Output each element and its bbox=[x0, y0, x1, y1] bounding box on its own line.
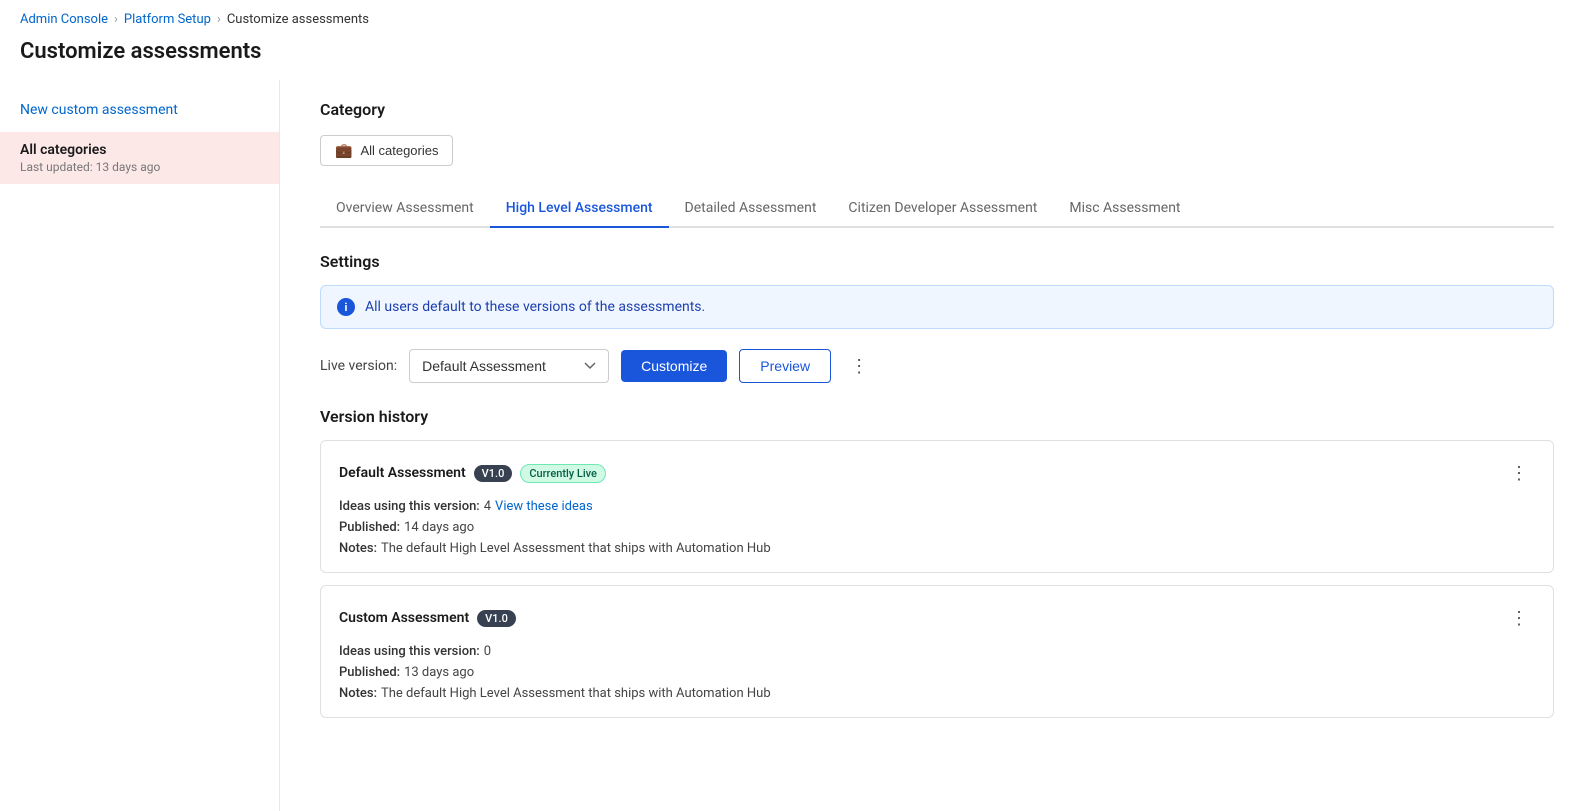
preview-button[interactable]: Preview bbox=[739, 349, 831, 383]
version-card-name-2: Custom Assessment bbox=[339, 610, 469, 626]
briefcase-icon: 💼 bbox=[335, 142, 352, 159]
ideas-label-2: Ideas using this version: bbox=[339, 644, 480, 659]
sidebar-item-name: All categories bbox=[20, 142, 259, 158]
sidebar-item-meta: Last updated: 13 days ago bbox=[20, 160, 259, 174]
notes-text: The default High Level Assessment that s… bbox=[381, 541, 771, 556]
tab-overview-assessment[interactable]: Overview Assessment bbox=[320, 190, 490, 228]
page-title: Customize assessments bbox=[0, 35, 1594, 80]
tab-detailed-assessment[interactable]: Detailed Assessment bbox=[669, 190, 833, 228]
category-label: Category bbox=[320, 100, 1554, 119]
breadcrumb: Admin Console › Platform Setup › Customi… bbox=[0, 0, 1594, 35]
published-row-2: Published: 13 days ago bbox=[339, 665, 1535, 680]
version-badge: V1.0 bbox=[474, 465, 513, 482]
info-message: All users default to these versions of t… bbox=[365, 299, 705, 315]
tab-high-level-assessment[interactable]: High Level Assessment bbox=[490, 190, 669, 228]
published-date-2: 13 days ago bbox=[404, 665, 474, 680]
version-select[interactable]: Default Assessment bbox=[409, 349, 609, 383]
category-button-label: All categories bbox=[360, 143, 438, 158]
version-card-header: Default Assessment V1.0 Currently Live ⋮ bbox=[339, 457, 1535, 489]
version-card-custom: Custom Assessment V1.0 ⋮ Ideas using thi… bbox=[320, 585, 1554, 718]
info-icon: i bbox=[337, 298, 355, 316]
breadcrumb-sep-1: › bbox=[114, 12, 118, 27]
ideas-label: Ideas using this version: bbox=[339, 499, 480, 514]
ideas-count: 4 bbox=[484, 499, 491, 514]
version-card-name: Default Assessment bbox=[339, 465, 466, 481]
notes-text-2: The default High Level Assessment that s… bbox=[381, 686, 771, 701]
tab-citizen-developer-assessment[interactable]: Citizen Developer Assessment bbox=[832, 190, 1053, 228]
breadcrumb-admin-console[interactable]: Admin Console bbox=[20, 12, 108, 27]
view-ideas-link[interactable]: View these ideas bbox=[495, 499, 593, 514]
card-more-options-button[interactable]: ⋮ bbox=[1503, 457, 1535, 489]
breadcrumb-sep-2: › bbox=[217, 12, 221, 27]
published-label: Published: bbox=[339, 520, 400, 535]
notes-label-2: Notes: bbox=[339, 686, 377, 701]
notes-label: Notes: bbox=[339, 541, 377, 556]
notes-row-2: Notes: The default High Level Assessment… bbox=[339, 686, 1535, 701]
tabs: Overview Assessment High Level Assessmen… bbox=[320, 190, 1554, 228]
layout: New custom assessment All categories Las… bbox=[0, 80, 1594, 811]
customize-button[interactable]: Customize bbox=[621, 350, 727, 382]
category-button[interactable]: 💼 All categories bbox=[320, 135, 453, 166]
version-card-default: Default Assessment V1.0 Currently Live ⋮… bbox=[320, 440, 1554, 573]
live-version-row: Live version: Default Assessment Customi… bbox=[320, 349, 1554, 383]
published-label-2: Published: bbox=[339, 665, 400, 680]
new-custom-assessment-link[interactable]: New custom assessment bbox=[0, 96, 279, 124]
notes-row: Notes: The default High Level Assessment… bbox=[339, 541, 1535, 556]
sidebar-item-all-categories[interactable]: All categories Last updated: 13 days ago bbox=[0, 132, 279, 184]
card-more-options-button-2[interactable]: ⋮ bbox=[1503, 602, 1535, 634]
more-options-button[interactable]: ⋮ bbox=[843, 350, 875, 382]
version-badge-2: V1.0 bbox=[477, 610, 516, 627]
info-banner: i All users default to these versions of… bbox=[320, 285, 1554, 329]
ideas-count-2: 0 bbox=[484, 644, 491, 659]
ideas-row-2: Ideas using this version: 0 bbox=[339, 644, 1535, 659]
version-card-header-2: Custom Assessment V1.0 ⋮ bbox=[339, 602, 1535, 634]
main-content: Category 💼 All categories Overview Asses… bbox=[280, 80, 1594, 811]
breadcrumb-platform-setup[interactable]: Platform Setup bbox=[124, 12, 211, 27]
version-card-title-row-2: Custom Assessment V1.0 bbox=[339, 610, 516, 627]
breadcrumb-current: Customize assessments bbox=[227, 12, 369, 27]
live-badge: Currently Live bbox=[520, 464, 606, 483]
version-card-title-row: Default Assessment V1.0 Currently Live bbox=[339, 464, 606, 483]
settings-title: Settings bbox=[320, 252, 1554, 271]
live-version-label: Live version: bbox=[320, 358, 397, 374]
tab-misc-assessment[interactable]: Misc Assessment bbox=[1053, 190, 1196, 228]
ideas-row: Ideas using this version: 4 View these i… bbox=[339, 499, 1535, 514]
sidebar: New custom assessment All categories Las… bbox=[0, 80, 280, 811]
published-date: 14 days ago bbox=[404, 520, 474, 535]
published-row: Published: 14 days ago bbox=[339, 520, 1535, 535]
version-history-title: Version history bbox=[320, 407, 1554, 426]
